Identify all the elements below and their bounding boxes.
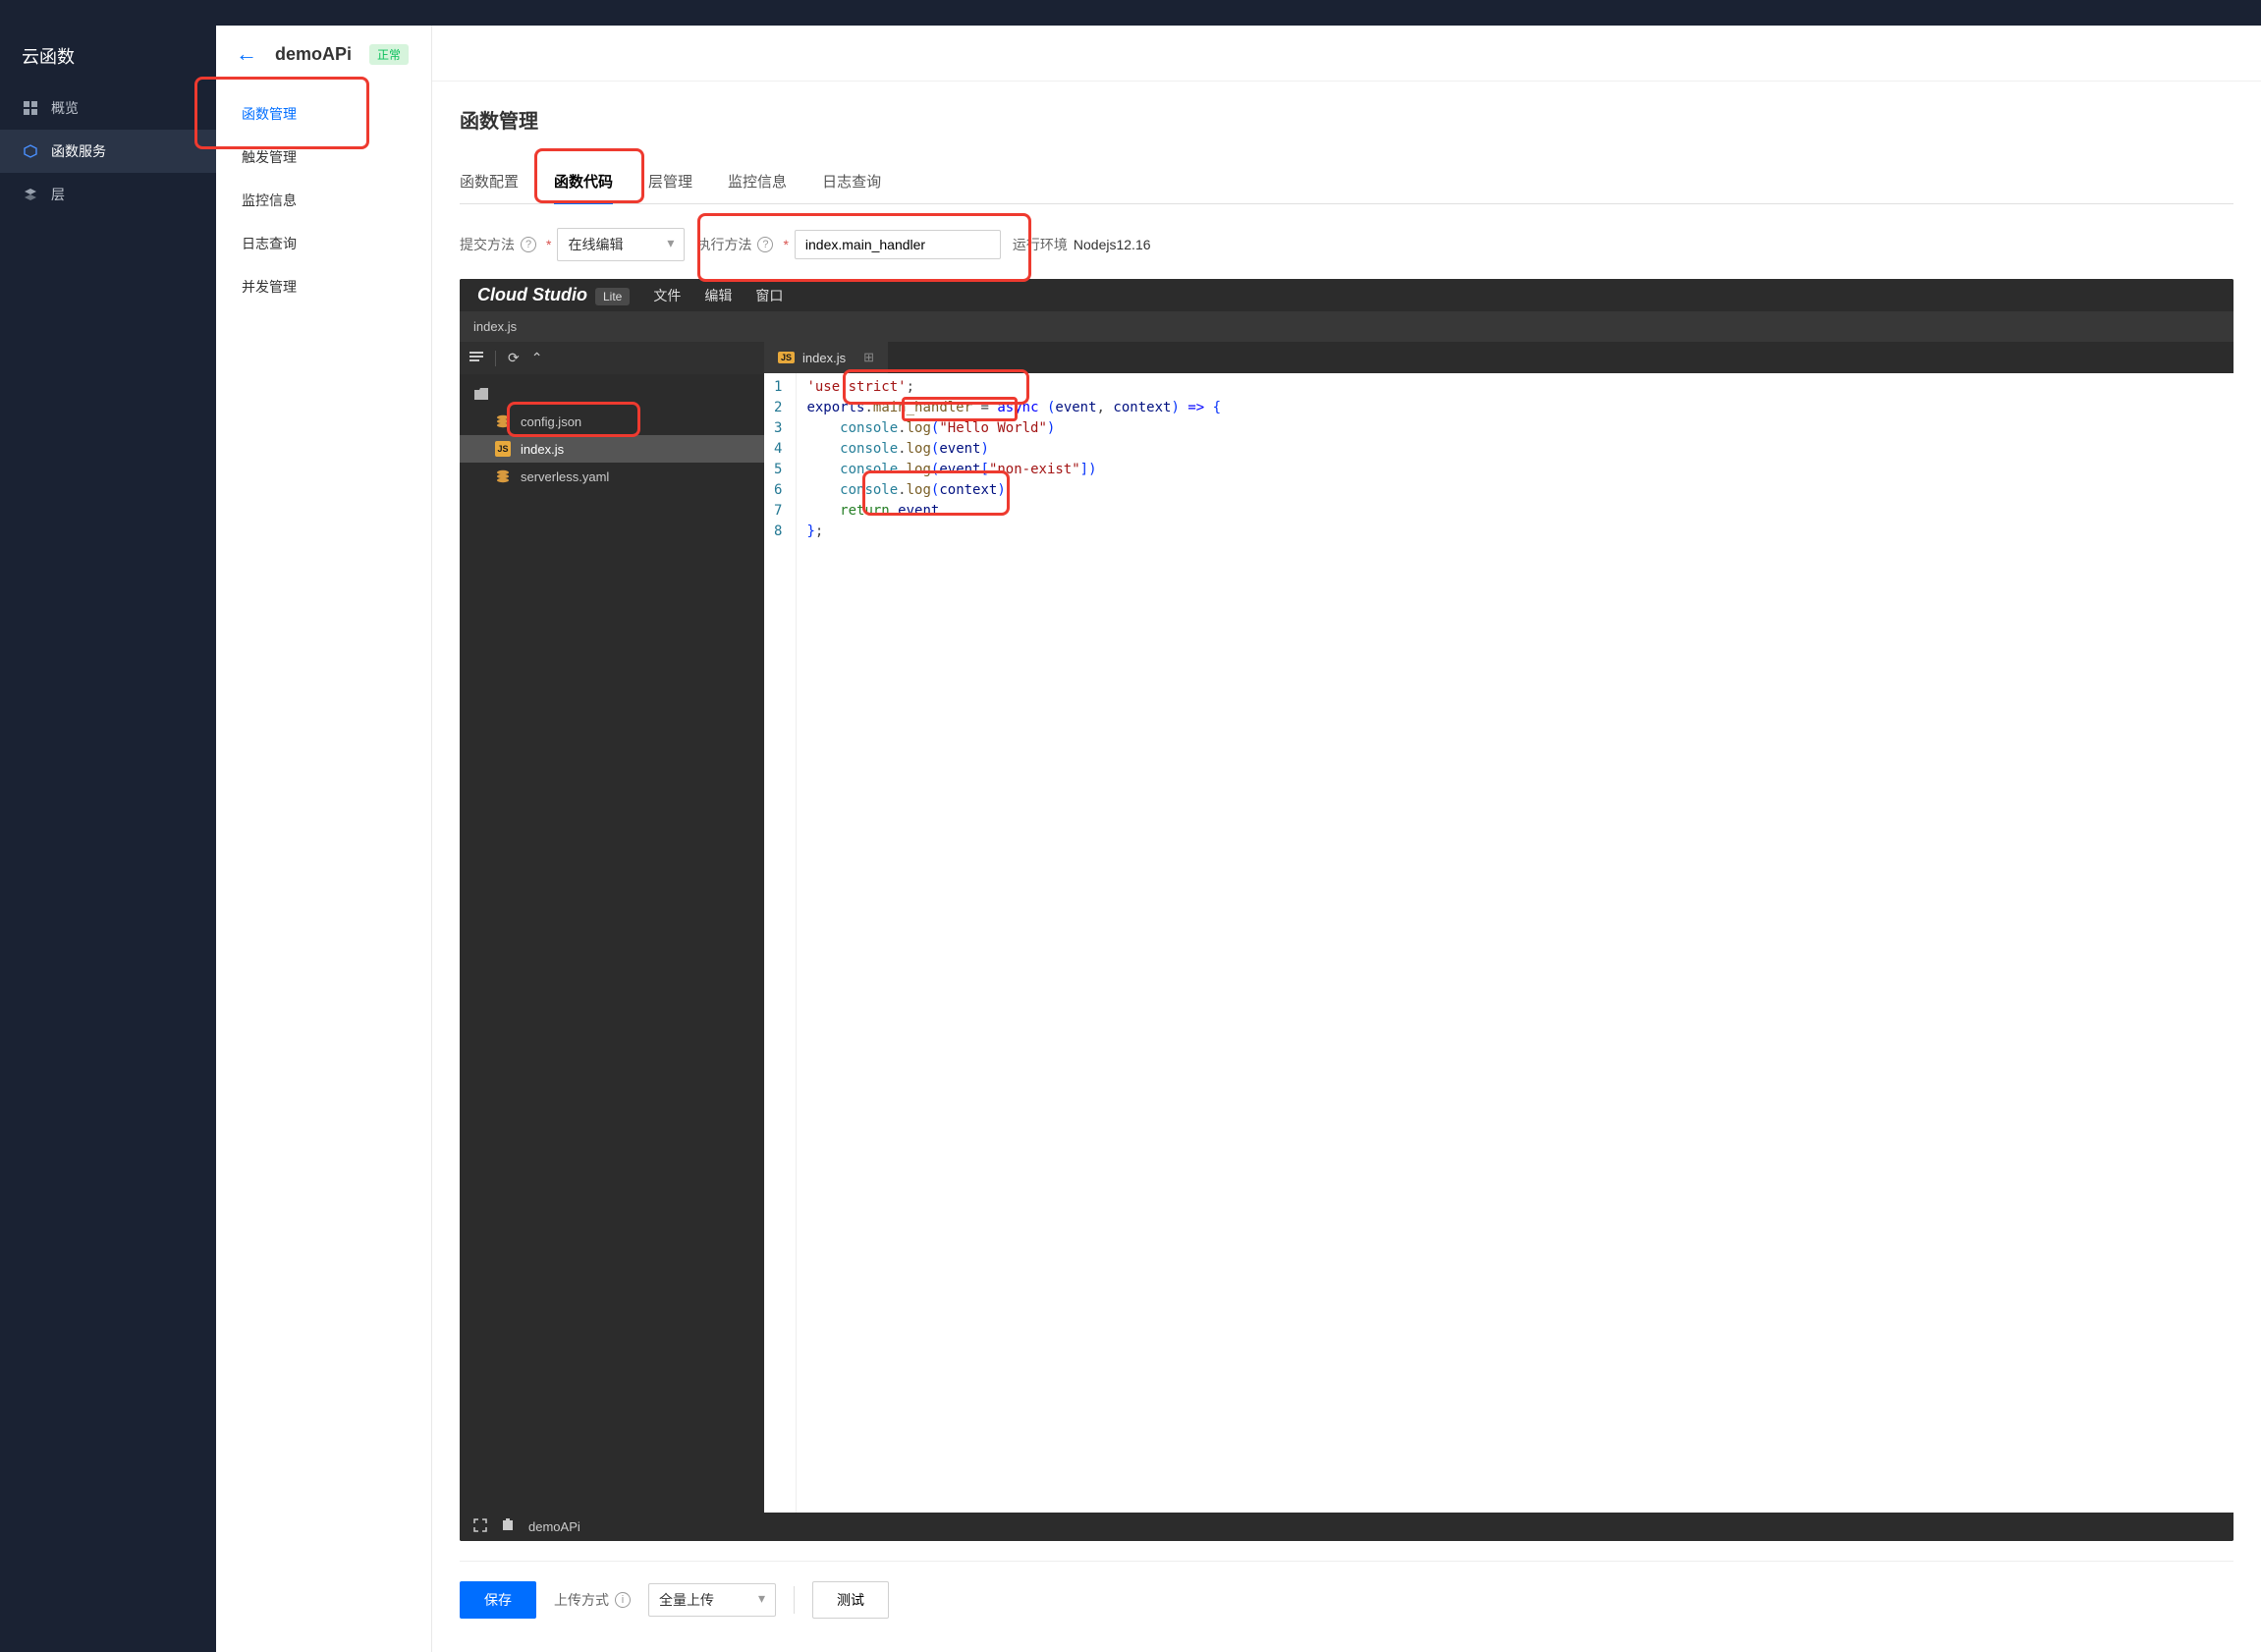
content-panel: 函数管理 函数配置 函数代码 层管理 监控信息 日志查询 提交方法 ? * 在线… (432, 81, 2261, 1652)
expand-icon[interactable] (473, 1518, 487, 1535)
subnav-trigger[interactable]: 触发管理 (216, 136, 431, 179)
nav-label: 层 (51, 185, 65, 204)
file-explorer: ⟳ ⌃ (460, 342, 764, 1513)
editor-statusbar: demoAPi (460, 1513, 2233, 1541)
tab-monitor[interactable]: 监控信息 (728, 161, 787, 204)
file-serverless-yaml[interactable]: serverless.yaml (460, 463, 764, 490)
code-tab-bar: JS index.js ⊞ (764, 342, 2233, 373)
page-title: demoAPi (275, 44, 352, 65)
menu-edit[interactable]: 编辑 (704, 286, 732, 305)
upload-mode-label: 上传方式 (554, 1590, 609, 1610)
tab-log[interactable]: 日志查询 (822, 161, 881, 204)
info-icon[interactable]: i (615, 1592, 631, 1608)
sidebar-item-functions[interactable]: 函数服务 (0, 130, 216, 173)
status-badge: 正常 (369, 44, 409, 65)
nav-label: 概览 (51, 98, 79, 118)
sidebar-item-layers[interactable]: 层 (0, 173, 216, 216)
file-index-js[interactable]: JS index.js (460, 435, 764, 463)
layers-icon (22, 188, 39, 201)
submit-method-group: 提交方法 ? * 在线编辑 (460, 228, 685, 261)
cube-icon (22, 144, 39, 158)
db-icon (495, 413, 511, 429)
code-form-row: 提交方法 ? * 在线编辑 执行方法 ? * 运行环境 Nodejs12.16 (460, 228, 2233, 261)
file-tree: config.json JS index.js serverless.yaml (460, 374, 764, 1513)
cloud-studio-brand: Cloud Studio Lite (477, 285, 630, 305)
tab-code[interactable]: 函数代码 (554, 161, 613, 204)
code-area[interactable]: 12345678 'use strict';exports.main_handl… (764, 373, 2233, 1513)
runtime-value: Nodejs12.16 (1074, 237, 1151, 252)
file-name: serverless.yaml (521, 469, 609, 484)
sub-nav: 函数管理 触发管理 监控信息 日志查询 并发管理 (216, 83, 431, 318)
primary-nav: 概览 函数服务 层 (0, 86, 216, 216)
brand-text: Cloud Studio (477, 285, 587, 304)
upload-mode-select[interactable]: 全量上传 (648, 1583, 776, 1617)
help-icon[interactable]: ? (521, 237, 536, 252)
close-tab-icon[interactable]: ⊞ (863, 350, 874, 365)
editor-body: ⟳ ⌃ (460, 342, 2233, 1513)
help-icon[interactable]: ? (757, 237, 773, 252)
test-button[interactable]: 测试 (812, 1581, 889, 1619)
editor-menubar: Cloud Studio Lite 文件 编辑 窗口 (460, 279, 2233, 311)
js-icon: JS (778, 352, 795, 363)
top-bar (0, 0, 2261, 26)
subnav-concurrency[interactable]: 并发管理 (216, 265, 431, 308)
save-button[interactable]: 保存 (460, 1581, 536, 1619)
code-text[interactable]: 'use strict';exports.main_handler = asyn… (797, 373, 2233, 1513)
line-gutter: 12345678 (764, 373, 797, 1513)
editor-open-file: index.js (460, 311, 2233, 342)
submit-method-label: 提交方法 (460, 235, 515, 254)
left-sidebar: 云函数 概览 函数服务 层 (0, 0, 216, 1652)
header-spacer (432, 26, 2261, 81)
refresh-icon[interactable]: ⟳ (508, 350, 520, 366)
code-tab-index-js[interactable]: JS index.js ⊞ (764, 342, 888, 373)
submit-method-select[interactable]: 在线编辑 (557, 228, 685, 261)
outline-icon[interactable] (469, 350, 483, 366)
js-icon: JS (495, 441, 511, 457)
middle-nav: ← demoAPi 正常 函数管理 触发管理 监控信息 日志查询 并发管理 (216, 0, 432, 1652)
panel-title: 函数管理 (460, 105, 2233, 134)
page-header: ← demoAPi 正常 (216, 26, 431, 83)
subnav-logs[interactable]: 日志查询 (216, 222, 431, 265)
code-tab-label: index.js (802, 351, 846, 365)
sidebar-item-overview[interactable]: 概览 (0, 86, 216, 130)
file-config-json[interactable]: config.json (460, 408, 764, 435)
statusbar-project: demoAPi (528, 1519, 580, 1534)
lite-badge: Lite (595, 288, 630, 305)
file-toolbar: ⟳ ⌃ (460, 342, 764, 374)
grid-icon (22, 101, 39, 115)
puzzle-icon[interactable] (501, 1518, 515, 1535)
required-mark: * (546, 237, 551, 252)
product-title: 云函数 (0, 26, 216, 86)
folder-row[interactable] (460, 380, 764, 408)
tab-layer[interactable]: 层管理 (648, 161, 692, 204)
menu-window[interactable]: 窗口 (755, 286, 783, 305)
menu-file[interactable]: 文件 (653, 286, 681, 305)
upload-mode-value: 全量上传 (659, 1592, 714, 1608)
file-name: config.json (521, 414, 581, 429)
code-editor: Cloud Studio Lite 文件 编辑 窗口 index.js (460, 279, 2233, 1541)
subnav-fn-manage[interactable]: 函数管理 (216, 92, 431, 136)
db-icon (495, 468, 511, 484)
main-content: 函数管理 函数配置 函数代码 层管理 监控信息 日志查询 提交方法 ? * 在线… (432, 0, 2261, 1652)
runtime-group: 运行环境 Nodejs12.16 (1013, 235, 1151, 254)
runtime-label: 运行环境 (1013, 235, 1068, 254)
folder-icon (473, 386, 489, 402)
collapse-icon[interactable]: ⌃ (531, 350, 543, 366)
footer-bar: 保存 上传方式 i 全量上传 测试 (460, 1561, 2233, 1628)
footer-divider (794, 1586, 795, 1614)
tabs: 函数配置 函数代码 层管理 监控信息 日志查询 (460, 161, 2233, 204)
exec-method-group: 执行方法 ? * (696, 230, 1000, 259)
exec-method-label: 执行方法 (696, 235, 751, 254)
subnav-monitor[interactable]: 监控信息 (216, 179, 431, 222)
upload-mode-group: 上传方式 i (554, 1590, 631, 1610)
nav-label: 函数服务 (51, 141, 106, 161)
back-arrow-icon[interactable]: ← (236, 41, 257, 67)
required-mark: * (783, 237, 788, 252)
file-name: index.js (521, 442, 564, 457)
exec-method-input[interactable] (795, 230, 1001, 259)
submit-method-value: 在线编辑 (568, 237, 623, 252)
code-panel: JS index.js ⊞ 12345678 'use strict';expo… (764, 342, 2233, 1513)
tab-config[interactable]: 函数配置 (460, 161, 519, 204)
toolbar-divider (495, 351, 496, 366)
